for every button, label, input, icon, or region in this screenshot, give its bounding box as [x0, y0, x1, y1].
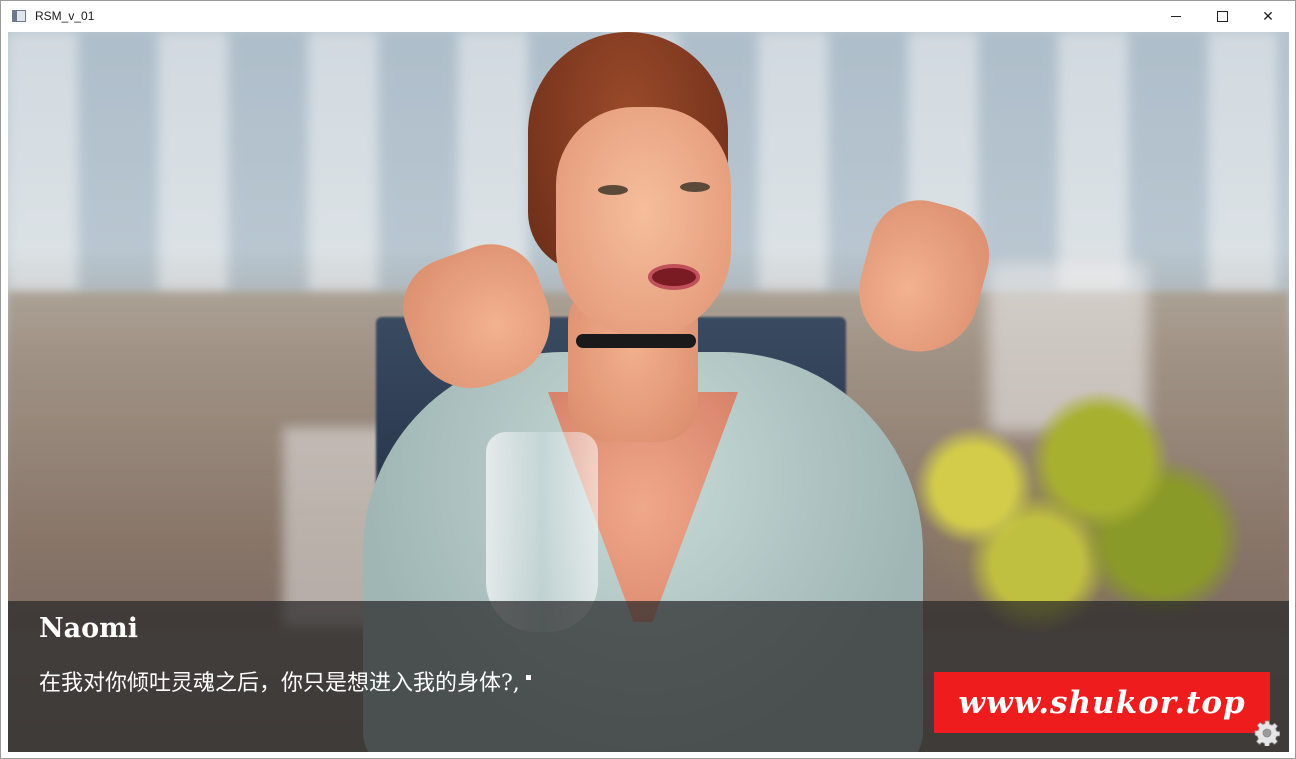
gear-icon[interactable] [1254, 720, 1280, 746]
title-bar[interactable]: RSM_v_01 ✕ [1, 1, 1295, 32]
minimize-icon [1171, 16, 1181, 17]
continue-indicator-icon [525, 675, 531, 680]
watermark-banner: www.shukor.top [934, 672, 1270, 733]
character-choker [576, 334, 696, 348]
character-eye-right [680, 182, 710, 192]
dialogue-text: 在我对你倾吐灵魂之后，你只是想进入我的身体?, [39, 671, 520, 696]
maximize-button[interactable] [1199, 1, 1245, 32]
window-title: RSM_v_01 [35, 9, 95, 23]
speaker-name: Naomi [39, 613, 139, 644]
game-scene[interactable]: Naomi 在我对你倾吐灵魂之后，你只是想进入我的身体?, www.shukor… [8, 32, 1289, 752]
character-eye-left [598, 185, 628, 195]
watermark-text: www.shukor.top [958, 684, 1246, 721]
character-face [556, 107, 731, 337]
maximize-icon [1216, 11, 1228, 22]
app-icon [12, 10, 26, 22]
close-icon: ✕ [1262, 8, 1274, 25]
dialogue-line: 在我对你倾吐灵魂之后，你只是想进入我的身体?, [39, 665, 531, 697]
minimize-button[interactable] [1153, 1, 1199, 32]
character-mouth [648, 264, 700, 290]
close-button[interactable]: ✕ [1245, 1, 1291, 32]
game-window: RSM_v_01 ✕ Naomi 在我对你倾吐灵魂之后，你只是想进入我的身体?,… [0, 0, 1296, 759]
